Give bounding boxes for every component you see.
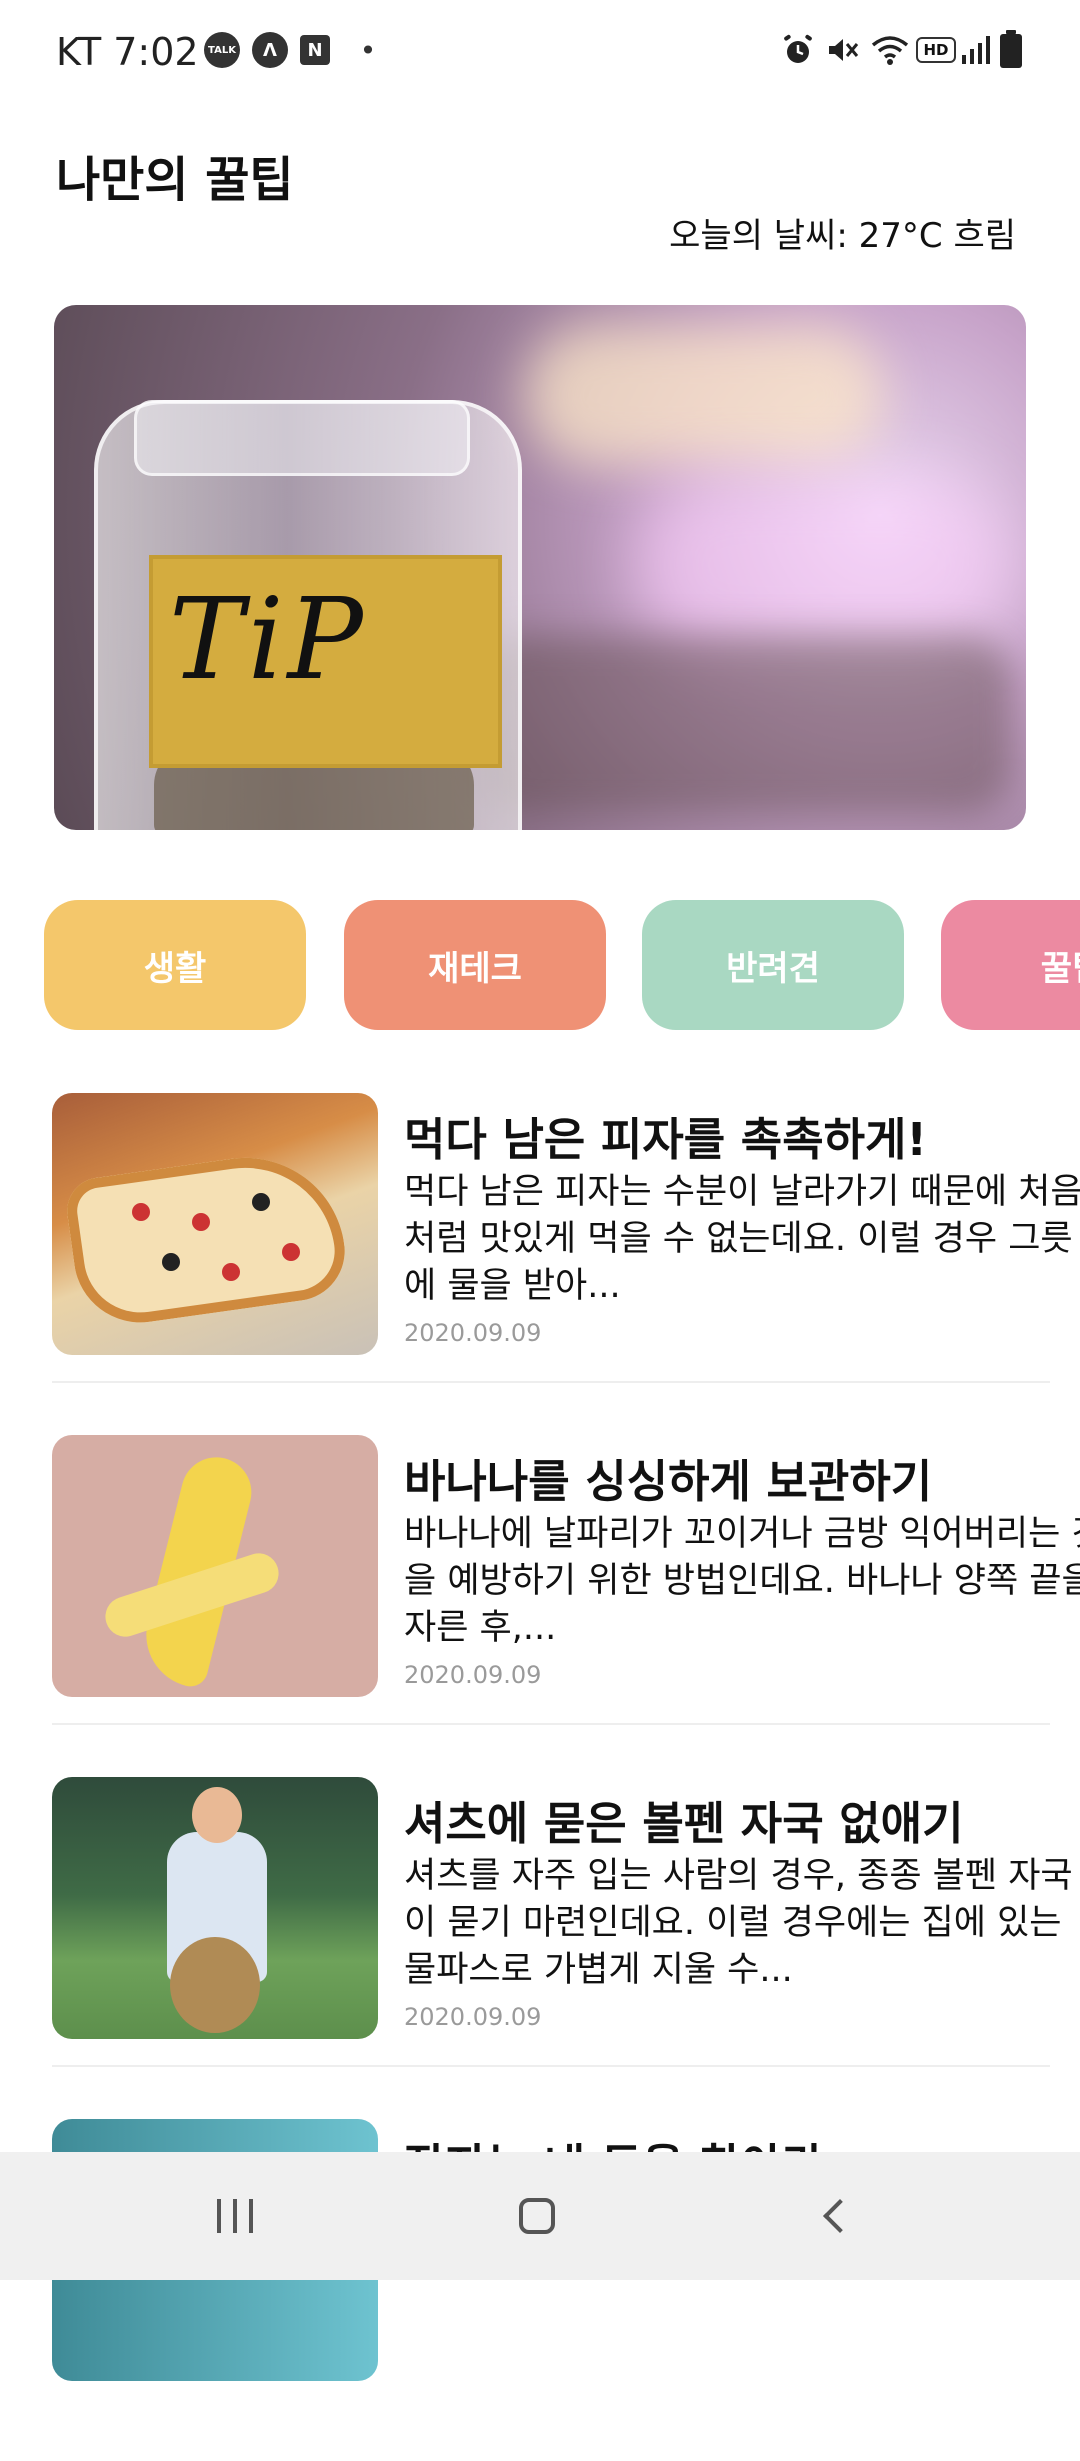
wifi-icon (868, 32, 912, 68)
article-title: 셔츠에 묻은 볼펜 자국 없애기 (404, 1797, 964, 1850)
article-date: 2020.09.09 (404, 1319, 542, 1347)
article-thumbnail (52, 1435, 378, 1697)
weather-text: 오늘의 날씨: 27°C 흐림 (669, 216, 1016, 256)
hero-bokeh (524, 325, 884, 465)
hero-bokeh (474, 635, 1014, 815)
hero-bokeh (634, 475, 1014, 655)
battery-icon (1000, 30, 1022, 68)
category-list: 생활 재테크 반려견 꿀팁 (0, 900, 1080, 1030)
article-thumbnail (52, 1777, 378, 2039)
article-date: 2020.09.09 (404, 2003, 542, 2031)
article-item[interactable]: 먹다 남은 피자를 촉촉하게! 먹다 남은 피자는 수분이 날라가기 때문에 처… (52, 1093, 1080, 1435)
back-button[interactable] (770, 2152, 910, 2280)
status-bar: KT 7:02 TALK Λ N • HD (0, 0, 1080, 100)
category-chip-tips[interactable]: 꿀팁 (941, 900, 1080, 1030)
tip-label-text: TiP (169, 575, 367, 705)
divider (52, 2065, 1050, 2067)
article-thumbnail (52, 1093, 378, 1355)
article-title: 먹다 남은 피자를 촉촉하게! (404, 1113, 927, 1166)
article-date: 2020.09.09 (404, 1661, 542, 1689)
mute-icon (824, 32, 860, 68)
recent-apps-icon (249, 2199, 253, 2233)
article-item[interactable]: 바나나를 싱싱하게 보관하기 바나나에 날파리가 꼬이거나 금방 익어버리는 것… (52, 1435, 1080, 1777)
article-item[interactable]: 셔츠에 묻은 볼펜 자국 없애기 셔츠를 자주 입는 사람의 경우, 종종 볼펜… (52, 1777, 1073, 2119)
article-description: 바나나에 날파리가 꼬이거나 금방 익어버리는 것을 예방하기 위한 방법인데요… (404, 1514, 1080, 1648)
status-time: KT 7:02 (56, 30, 199, 74)
article-description: 셔츠를 자주 입는 사람의 경우, 종종 볼펜 자국이 묻기 마련인데요. 이럴… (404, 1856, 1073, 1990)
page-title: 나만의 꿀팁 (56, 152, 294, 208)
home-button[interactable] (467, 2152, 607, 2280)
recent-apps-icon (217, 2199, 221, 2233)
alarm-icon (780, 32, 816, 68)
category-chip-finance[interactable]: 재테크 (344, 900, 606, 1030)
notification-dot-icon: • (359, 33, 377, 67)
system-nav-bar (0, 2152, 1080, 2280)
category-chip-life[interactable]: 생활 (44, 900, 306, 1030)
article-description: 먹다 남은 피자는 수분이 날라가기 때문에 처음처럼 맛있게 먹을 수 없는데… (404, 1172, 1080, 1306)
divider (52, 1381, 1050, 1383)
jar-neck (134, 400, 470, 476)
back-chevron-icon (823, 2199, 857, 2233)
hd-icon: HD (916, 37, 956, 63)
signal-icon (958, 32, 994, 68)
recent-apps-icon (233, 2199, 237, 2233)
home-icon (519, 2198, 555, 2234)
kakaotalk-icon: TALK (204, 32, 240, 68)
article-title: 바나나를 싱싱하게 보관하기 (404, 1455, 933, 1508)
category-chip-pets[interactable]: 반려견 (642, 900, 904, 1030)
recent-apps-button[interactable] (165, 2152, 305, 2280)
hero-banner[interactable]: TiP (54, 305, 1026, 830)
divider (52, 1723, 1050, 1725)
naver-icon: N (300, 35, 330, 65)
navigation-icon: Λ (252, 32, 288, 68)
